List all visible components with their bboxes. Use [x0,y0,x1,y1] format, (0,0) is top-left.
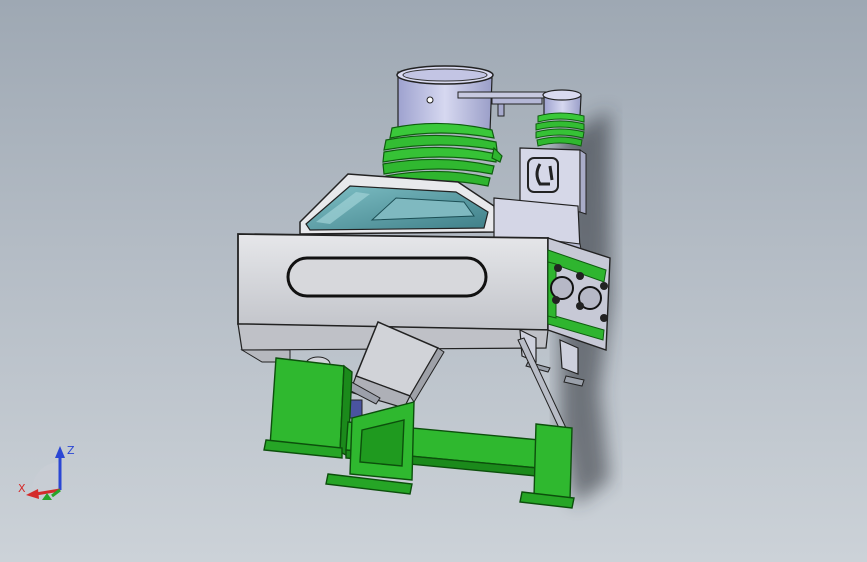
x-axis-arrow [26,489,39,499]
small-cylinder [542,89,582,117]
large-bellows [382,122,503,187]
x-axis-label: X [18,482,26,495]
z-axis-label: Z [67,444,75,457]
axis-triad: Z X [18,444,75,500]
3d-model-view[interactable] [0,0,867,562]
side-panel [547,237,611,351]
top-cylinder [396,65,494,133]
graphics-viewport[interactable]: Z X [0,0,867,562]
small-bellows [535,112,585,147]
triad-plane [32,462,60,490]
z-axis-arrow [55,446,65,458]
